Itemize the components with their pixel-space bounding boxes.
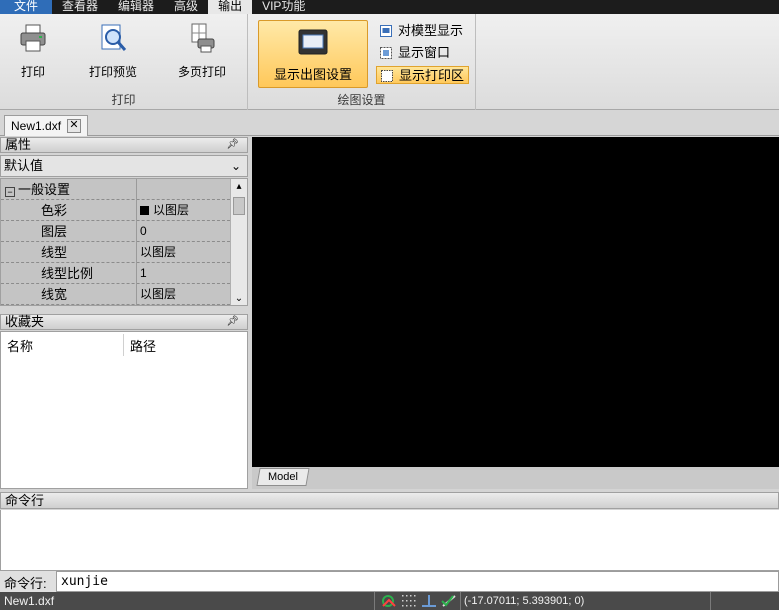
status-bar: New1.dxf (-17.07011; 5.393901; 0) [0,592,779,610]
show-window-button[interactable]: 显示窗口 [376,44,454,62]
display-plot-settings-label: 显示出图设置 [273,67,352,82]
print-preview-label: 打印预览 [88,65,137,79]
print-preview-icon [101,24,127,51]
property-name: 线型 [1,242,137,263]
collapse-icon[interactable]: − [5,187,15,197]
menu-bar: 文件 查看器 编辑器 高级 输出 VIP功能 [0,0,779,14]
show-window-icon [380,47,392,59]
column-divider[interactable] [123,334,124,356]
menu-editor[interactable]: 编辑器 [108,0,164,14]
model-tab-label: Model [268,471,298,483]
properties-filter-combo[interactable]: 默认值 ⌄ [0,155,248,177]
layout-tab-bar: Model [252,467,779,489]
status-divider [374,592,375,610]
property-value: 以图层 [140,287,177,301]
document-tab[interactable]: New1.dxf ✕ [4,115,88,136]
plot-settings-icon [298,29,328,55]
menu-file[interactable]: 文件 [0,0,53,14]
model-tab[interactable]: Model [256,468,310,486]
status-divider [460,592,461,610]
command-label: 命令行: [4,576,47,591]
property-grid: − 一般设置 色彩 以图层 图层 0 线型 以图层 线型比例 1 线宽 以图层 ▴… [0,178,248,306]
pin-icon[interactable]: 📌︎ [226,315,239,329]
cursor-coordinates: (-17.07011; 5.393901; 0) [464,595,585,607]
properties-filter-value: 默认值 [4,158,44,173]
status-toggle-group [380,593,460,609]
snap-icon[interactable] [380,593,398,609]
display-plot-settings-button[interactable]: 显示出图设置 [258,20,368,88]
pin-icon[interactable]: 📌︎ [226,138,239,152]
print-button[interactable]: 打印 [10,22,56,80]
app-window: 文件 查看器 编辑器 高级 输出 VIP功能 打印 打印预览 多页打印 打印 显… [0,0,779,610]
properties-title: 属性 [5,137,32,152]
scroll-up-icon[interactable]: ▴ [231,179,247,195]
status-divider [710,592,711,610]
menu-vip[interactable]: VIP功能 [252,0,315,14]
command-header: 命令行 [0,492,779,509]
menu-advanced[interactable]: 高级 [164,0,208,14]
document-tab-label: New1.dxf [11,119,62,133]
drawing-canvas[interactable] [252,137,779,467]
model-display-button[interactable]: 对模型显示 [376,22,467,40]
property-value: 0 [140,224,147,238]
column-header-name[interactable]: 名称 [7,336,33,355]
command-history [0,510,779,570]
model-display-label: 对模型显示 [398,23,464,38]
print-group-label: 打印 [111,93,136,107]
column-header-path[interactable]: 路径 [130,336,156,355]
property-value: 1 [140,266,147,280]
favorites-list[interactable]: 名称 路径 [0,331,248,489]
plot-settings-group-label: 绘图设置 [337,93,386,107]
property-row-layer[interactable]: 图层 0 [1,221,230,242]
close-icon[interactable]: ✕ [67,119,81,133]
multipage-print-button[interactable]: 多页打印 [172,22,232,80]
menu-output[interactable]: 输出 [208,0,253,14]
show-print-area-icon [381,70,393,82]
print-button-label: 打印 [20,65,45,79]
print-preview-button[interactable]: 打印预览 [82,22,144,80]
document-tab-strip: New1.dxf ✕ [0,110,779,136]
property-name: 线型比例 [1,263,137,284]
model-display-icon [380,25,392,37]
print-group: 打印 打印预览 多页打印 打印 [0,14,248,110]
favorites-header: 收藏夹 📌︎ [0,314,248,330]
scroll-thumb[interactable] [233,197,245,215]
plot-settings-group: 显示出图设置 对模型显示 显示窗口 显示打印区 绘图设置 [248,14,476,110]
properties-header: 属性 📌︎ [0,137,248,153]
grid-icon[interactable] [400,593,418,609]
chevron-down-icon: ⌄ [230,159,241,173]
ribbon: 打印 打印预览 多页打印 打印 显示出图设置 对模型显示 显示窗口 显示打印区 … [0,14,779,110]
color-swatch-icon [140,206,149,215]
property-scrollbar[interactable]: ▴ ⌄ [230,179,247,305]
property-name: 线宽 [1,284,137,305]
show-print-area-label: 显示打印区 [399,68,465,83]
command-row: 命令行: xunjie [0,570,779,592]
multipage-print-icon [191,23,215,53]
polar-tracking-icon[interactable] [440,593,458,609]
favorites-title: 收藏夹 [5,314,45,329]
property-row-color[interactable]: 色彩 以图层 [1,200,230,221]
status-filename: New1.dxf [4,594,55,608]
section-label: 一般设置 [18,182,71,197]
property-value: 以图层 [153,203,190,217]
command-title: 命令行 [5,493,45,508]
scroll-down-icon[interactable]: ⌄ [231,291,247,305]
ortho-icon[interactable] [420,593,438,609]
command-input[interactable]: xunjie [56,571,779,592]
property-row-linetype-scale[interactable]: 线型比例 1 [1,263,230,284]
property-row-lineweight[interactable]: 线宽 以图层 [1,284,230,305]
property-name: 图层 [1,221,137,242]
property-row-linetype[interactable]: 线型 以图层 [1,242,230,263]
property-section[interactable]: − 一般设置 [1,179,230,200]
show-window-label: 显示窗口 [398,45,451,60]
multipage-print-label: 多页打印 [177,65,226,79]
property-value: 以图层 [140,245,177,259]
property-name: 色彩 [1,200,137,221]
menu-viewer[interactable]: 查看器 [52,0,108,14]
printer-icon [20,24,46,52]
show-print-area-button[interactable]: 显示打印区 [376,66,470,84]
